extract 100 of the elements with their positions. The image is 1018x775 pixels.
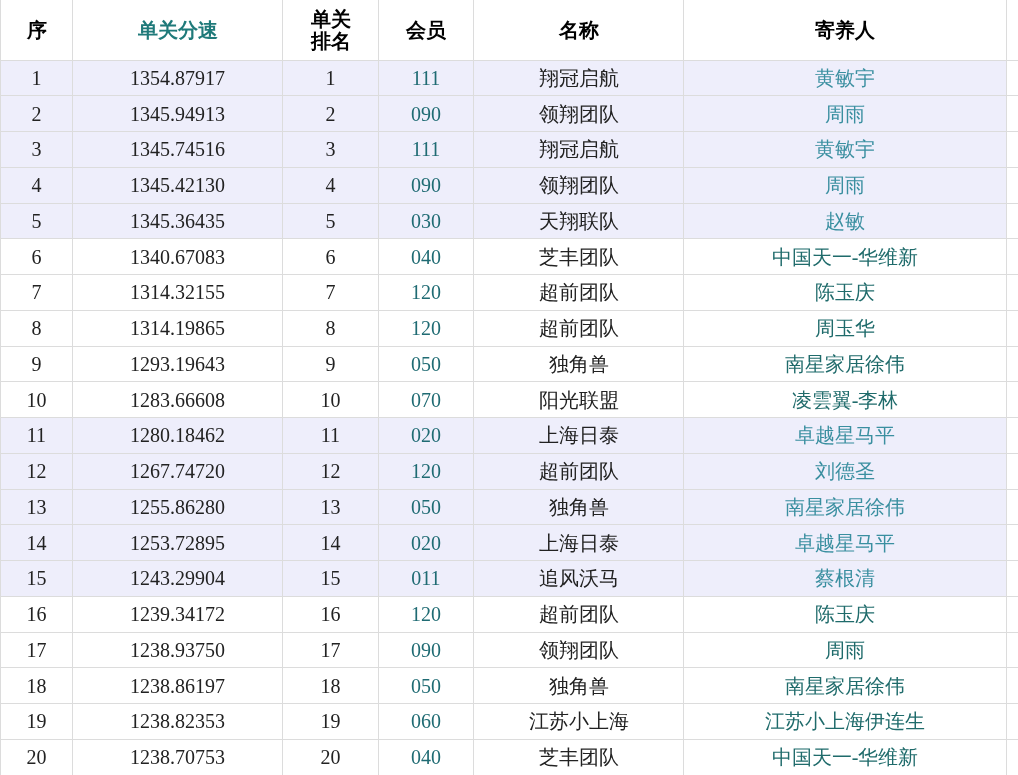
table-cell: 050 [378,667,474,704]
table-cell: 卓越星马平 [683,524,1007,561]
table-cell: 111 [378,60,474,96]
table-cell: 天翔联队 [473,203,684,239]
table-cell: 20 [0,739,73,775]
table-cell: 16 [282,596,379,632]
table-cell: 江苏小上海 [473,703,684,740]
table-cell: 020 [378,524,474,561]
table-cell: 1238.86197 [72,667,283,704]
table-cell: 领翔团队 [473,167,684,203]
column-header: 单关分速 [72,0,283,60]
table-cell: 赵敏 [683,203,1007,239]
table-cell: 3 [0,131,73,168]
table-cell: 090 [378,95,474,132]
table-cell: 独角兽 [473,346,684,382]
table-cell: 8 [282,310,379,346]
table-cell: 1255.86280 [72,489,283,525]
table-cell: 12 [0,453,73,489]
table-cell: 超前团队 [473,274,684,311]
table-cell: 黄敏宇 [683,60,1007,96]
table-cell: 17 [282,632,379,668]
table-cell: 4 [0,167,73,203]
table-cell: 翔冠启航 [473,131,684,168]
table-cell: 18 [282,667,379,704]
table-cell: 5 [0,203,73,239]
table-cell: 090 [378,167,474,203]
table-cell: 120 [378,310,474,346]
table-cell: 1345.74516 [72,131,283,168]
table-cell: 9 [0,346,73,382]
table-cell: 3 [282,131,379,168]
table-cell: 凌雲翼-李林 [683,381,1007,418]
table-cell: 江苏小上海伊连生 [683,703,1007,740]
table-cell: 16 [0,596,73,632]
table-cell: 070 [378,381,474,418]
table-cell: 1314.32155 [72,274,283,311]
table-cell: 2 [282,95,379,132]
table-cell: 1280.18462 [72,417,283,454]
table-cell: 翔冠启航 [473,60,684,96]
table-cell: 13 [282,489,379,525]
column-header: 会员 [378,0,474,60]
table-cell: 陈玉庆 [683,274,1007,311]
table-cell: 12 [282,453,379,489]
table-cell: 7 [0,274,73,311]
table-cell: 黄敏宇 [683,131,1007,168]
table-cell: 030 [378,203,474,239]
table-cell: 060 [378,703,474,740]
table-cell: 刘德圣 [683,453,1007,489]
table-cell: 090 [378,632,474,668]
table-cell: 卓越星马平 [683,417,1007,454]
table-cell: 15 [0,560,73,597]
table-cell: 040 [378,238,474,275]
table-cell: 1238.82353 [72,703,283,740]
table-cell: 1238.93750 [72,632,283,668]
table-cell: 1345.94913 [72,95,283,132]
column-header: 名称 [473,0,684,60]
table-cell: 上海日泰 [473,524,684,561]
table-cell: 11 [282,417,379,454]
table-cell: 中国天一-华维新 [683,238,1007,275]
table-cell: 领翔团队 [473,95,684,132]
table-cell: 9 [282,346,379,382]
table-cell: 周雨 [683,632,1007,668]
table-cell: 超前团队 [473,453,684,489]
table-cell: 6 [282,238,379,275]
table-cell: 独角兽 [473,489,684,525]
table-cell: 1267.74720 [72,453,283,489]
table-cell: 8 [0,310,73,346]
column-header: 序 [0,0,73,60]
table-cell: 独角兽 [473,667,684,704]
table-cell: 1253.72895 [72,524,283,561]
table-cell: 超前团队 [473,310,684,346]
column-header: 寄养人 [683,0,1007,60]
table-cell: 1 [282,60,379,96]
table-cell: 1345.36435 [72,203,283,239]
table-cell: 芝丰团队 [473,238,684,275]
table-cell: 阳光联盟 [473,381,684,418]
table-cell: 120 [378,596,474,632]
table-cell: 上海日泰 [473,417,684,454]
table-cell: 蔡根清 [683,560,1007,597]
table-cell: 120 [378,453,474,489]
table-cell: 超前团队 [473,596,684,632]
table-cell: 6 [0,238,73,275]
table-cell: 020 [378,417,474,454]
table-cell: 19 [0,703,73,740]
table-cell: 13 [0,489,73,525]
table-cell: 1 [0,60,73,96]
table-cell: 1340.67083 [72,238,283,275]
table-cell: 7 [282,274,379,311]
table-cell: 050 [378,489,474,525]
table-cell: 10 [282,381,379,418]
table-cell: 011 [378,560,474,597]
table-cell: 2 [0,95,73,132]
table-cell: 领翔团队 [473,632,684,668]
table-cell: 陈玉庆 [683,596,1007,632]
table-cell: 4 [282,167,379,203]
table-cell: 050 [378,346,474,382]
table-cell: 14 [282,524,379,561]
table-cell: 18 [0,667,73,704]
table-cell: 5 [282,203,379,239]
table-cell: 1283.66608 [72,381,283,418]
column-header: 单关排名 [282,0,379,60]
